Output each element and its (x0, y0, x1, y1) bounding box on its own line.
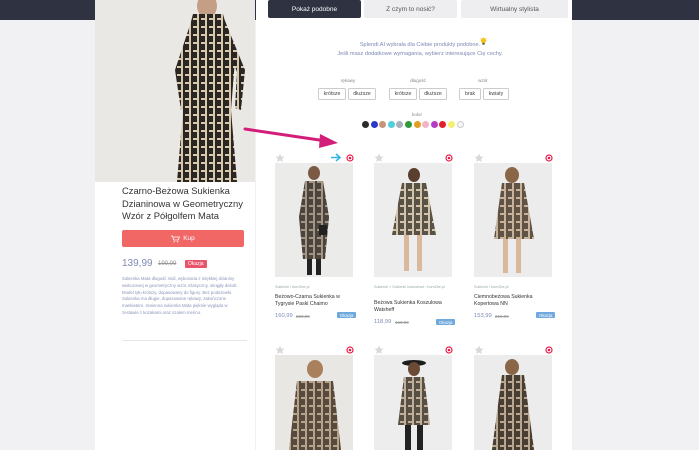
card-breadcrumb: Sukienki / born2be.pl (474, 285, 509, 289)
color-swatch[interactable] (405, 121, 412, 128)
card-old-price: 219,99 (495, 314, 509, 319)
product-title: Czarno-Beżowa Sukienka Dzianinowa w Geom… (122, 185, 243, 221)
card-image[interactable] (474, 163, 552, 277)
divider (122, 340, 247, 341)
filter-pattern-none[interactable]: brak (459, 88, 481, 100)
tab-stylist[interactable]: Wirtualny stylista (461, 0, 568, 18)
favorite-star-icon[interactable] (275, 345, 285, 355)
filter-length-longer[interactable]: dłuższe (419, 88, 447, 100)
filter-sleeves-shorter[interactable]: krótsze (318, 88, 346, 100)
favorite-star-icon[interactable] (275, 153, 285, 163)
color-swatch[interactable] (370, 121, 378, 128)
filter-pattern-label: wzór (478, 78, 488, 83)
filter-color-label: kolor (412, 112, 422, 117)
filter-sleeves-label: rękawy (340, 78, 356, 83)
card-title[interactable]: Ciemnobeżowa Sukienka Kopertowa NN (474, 294, 554, 308)
favorite-star-icon[interactable] (474, 153, 484, 163)
color-swatch[interactable] (448, 121, 455, 128)
card-image[interactable] (474, 355, 552, 450)
filter-length-shorter[interactable]: krótsze (389, 88, 417, 100)
product-description: Sukienka Mata długość midi, wykonana z m… (122, 276, 238, 315)
deal-badge: Okazja (185, 260, 207, 268)
filter-length-label: długość (410, 78, 426, 83)
favorite-star-icon[interactable] (374, 153, 384, 163)
card-old-price: 229,99 (296, 314, 310, 319)
lightbulb-icon (479, 37, 488, 45)
intro-line-1: Splendi AI wybrała dla Ciebie produkty p… (359, 42, 481, 48)
color-swatch[interactable] (456, 121, 464, 128)
card-image[interactable] (275, 355, 353, 450)
product-old-price: 199,99 (158, 261, 177, 267)
tab-combine[interactable]: Z czym to nosić? (364, 0, 457, 18)
card-deal-badge: Okazja (337, 312, 357, 318)
card-price: 153,99 (474, 313, 492, 319)
tab-similar[interactable]: Pokaż podobne (268, 0, 361, 18)
favorite-star-icon[interactable] (374, 345, 384, 355)
product-price: 139,99 (122, 258, 153, 269)
ai-intro: Splendi AI wybrała dla Ciebie produkty p… (300, 41, 540, 58)
buy-button-label: Kup (183, 235, 195, 242)
card-image[interactable] (374, 163, 452, 277)
product-main-image (95, 0, 255, 182)
target-icon[interactable] (346, 154, 354, 162)
card-price: 160,99 (275, 313, 293, 319)
card-title[interactable]: Beżowo-Czarna Sukienka w Tygrysie Paski … (275, 294, 355, 308)
card-title[interactable]: Beżowa Sukienka Koszulowa Watsheff (374, 300, 456, 314)
card-image[interactable] (374, 355, 452, 450)
cyan-arrow-icon (331, 153, 342, 162)
cart-icon (171, 235, 181, 242)
color-swatch[interactable] (413, 121, 421, 128)
card-deal-badge: Okazja (536, 312, 556, 318)
target-icon[interactable] (346, 346, 354, 354)
card-old-price: 169,99 (395, 320, 409, 325)
target-icon[interactable] (545, 346, 553, 354)
color-swatch[interactable] (387, 121, 395, 128)
card-price: 118,99 (374, 319, 392, 325)
favorite-star-icon[interactable] (474, 345, 484, 355)
color-swatch[interactable] (430, 121, 438, 128)
target-icon[interactable] (545, 154, 553, 162)
target-icon[interactable] (445, 154, 453, 162)
card-breadcrumb: Sukienki > Sukienki koszulowe / born2be.… (374, 285, 445, 289)
buy-button[interactable]: Kup (122, 230, 244, 247)
intro-line-2: Jeśli masz dodatkowe wymagania, wybierz … (337, 50, 503, 57)
filter-pattern-flowers[interactable]: kwiaty (483, 88, 509, 100)
filter-sleeves-longer[interactable]: dłuższe (348, 88, 376, 100)
target-icon[interactable] (445, 346, 453, 354)
card-image[interactable] (275, 163, 353, 277)
color-swatch[interactable] (362, 121, 369, 128)
card-breadcrumb: Sukienki / born2be.pl (275, 285, 310, 289)
annotation-arrow-icon (243, 127, 338, 148)
card-deal-badge: Okazja (436, 319, 456, 325)
